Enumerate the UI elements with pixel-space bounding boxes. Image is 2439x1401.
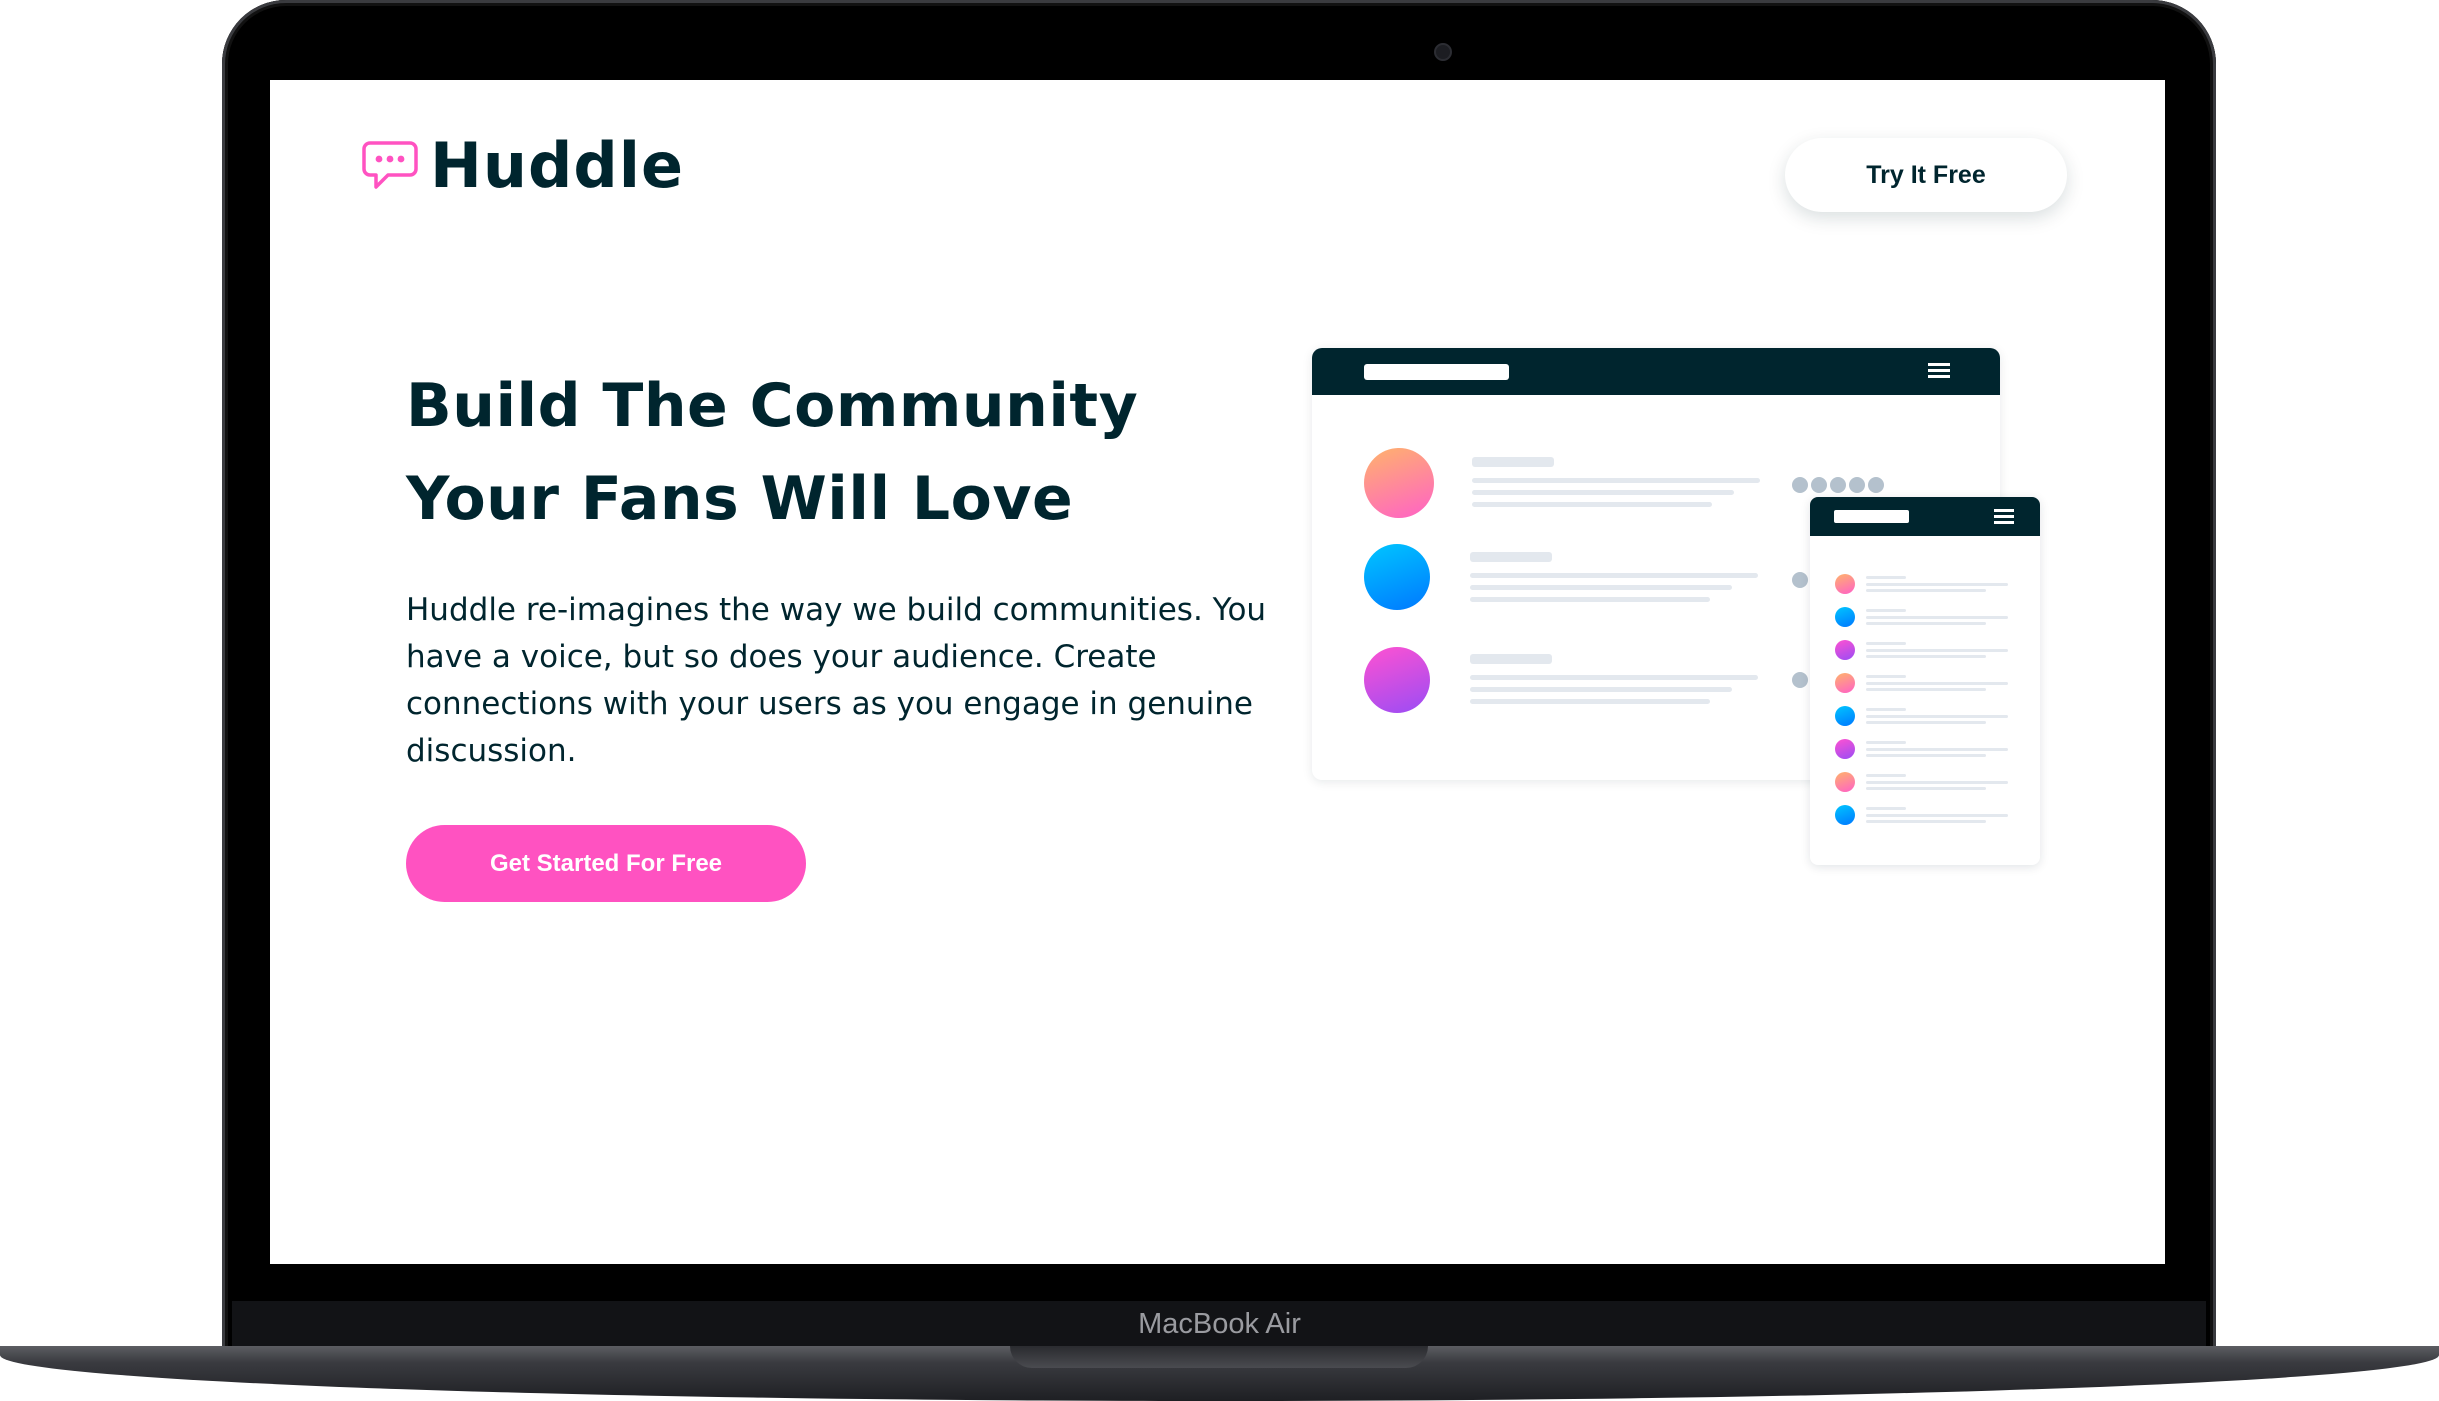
text-placeholder (1470, 654, 1552, 664)
text-placeholder (1472, 502, 1712, 507)
text-placeholder (1866, 774, 1906, 777)
device-label: MacBook Air (1138, 1308, 1301, 1340)
text-placeholder (1866, 748, 2008, 751)
brand-name: Huddle (430, 129, 685, 202)
laptop-hinge-notch (1010, 1346, 1428, 1368)
hero-headline: Build The Community Your Fans Will Love (406, 371, 1139, 534)
text-placeholder (1866, 616, 2008, 619)
text-placeholder (1866, 682, 2008, 685)
text-placeholder (1866, 649, 2008, 652)
status-dot (1849, 477, 1865, 493)
text-placeholder (1866, 708, 1906, 711)
avatar (1364, 647, 1430, 713)
avatar (1835, 607, 1855, 627)
text-placeholder (1470, 675, 1758, 680)
main-window-titlebar (1312, 348, 2000, 395)
avatar (1835, 673, 1855, 693)
avatar (1835, 772, 1855, 792)
hero-paragraph: Huddle re-imagines the way we build comm… (406, 592, 1267, 769)
text-placeholder (1866, 814, 2008, 817)
side-window-list (1810, 497, 2040, 865)
text-placeholder (1866, 820, 1986, 823)
avatar (1835, 640, 1855, 660)
text-placeholder (1472, 457, 1554, 467)
text-placeholder (1866, 741, 1906, 744)
status-dot (1792, 672, 1808, 688)
text-placeholder (1470, 573, 1758, 578)
get-started-button[interactable]: Get Started For Free (406, 825, 806, 902)
text-placeholder (1866, 583, 2008, 586)
status-dot (1792, 572, 1808, 588)
chat-bubble-icon (362, 140, 418, 189)
text-placeholder (1866, 807, 1906, 810)
text-placeholder (1866, 781, 2008, 784)
text-placeholder (1866, 576, 1906, 579)
avatar (1835, 739, 1855, 759)
text-placeholder (1866, 675, 1906, 678)
status-dot (1811, 477, 1827, 493)
text-placeholder (1472, 478, 1760, 483)
brand-logo[interactable]: Huddle (362, 129, 684, 202)
text-placeholder (1470, 585, 1732, 590)
text-placeholder (1470, 687, 1732, 692)
text-placeholder (1470, 597, 1710, 602)
avatar (1835, 706, 1855, 726)
status-dot (1868, 477, 1884, 493)
status-dot (1830, 477, 1846, 493)
text-placeholder (1866, 754, 1986, 757)
status-dot (1792, 477, 1808, 493)
illustration-side-window (1810, 497, 2040, 865)
try-it-free-button[interactable]: Try It Free (1785, 138, 2067, 212)
laptop-screen: Huddle Try It Free Build The Community Y… (270, 80, 2165, 1264)
text-placeholder (1866, 715, 2008, 718)
text-placeholder (1866, 721, 1986, 724)
text-placeholder (1866, 787, 1986, 790)
camera-icon (1434, 43, 1452, 61)
text-placeholder (1470, 552, 1552, 562)
main-window-title-placeholder (1364, 364, 1509, 380)
text-placeholder (1472, 490, 1734, 495)
avatar (1835, 574, 1855, 594)
menu-icon (1928, 363, 1950, 378)
text-placeholder (1866, 688, 1986, 691)
text-placeholder (1866, 622, 1986, 625)
avatar (1835, 805, 1855, 825)
text-placeholder (1866, 642, 1906, 645)
text-placeholder (1866, 609, 1906, 612)
text-placeholder (1470, 699, 1710, 704)
avatar (1364, 544, 1430, 610)
avatar (1364, 448, 1434, 518)
text-placeholder (1866, 589, 1986, 592)
text-placeholder (1866, 655, 1986, 658)
